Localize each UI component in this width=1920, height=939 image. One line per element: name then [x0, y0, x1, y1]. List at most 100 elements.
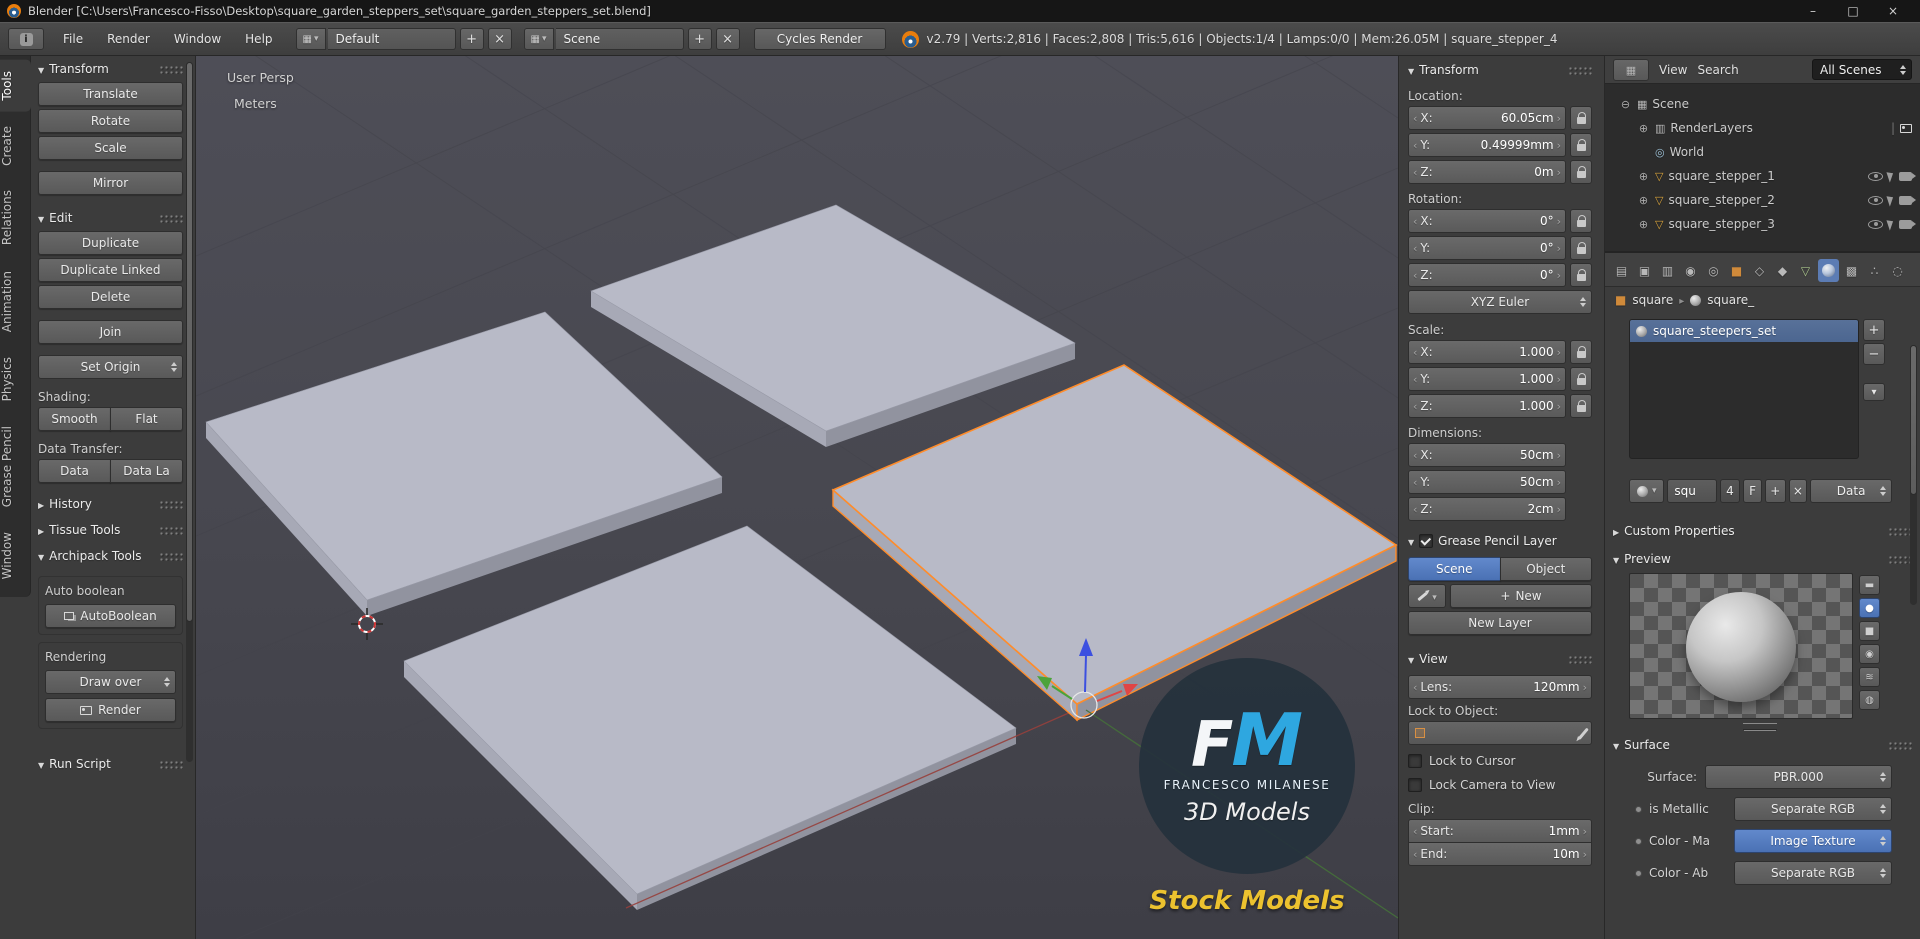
screen-layout-browse-icon[interactable]: [295, 28, 326, 50]
renderable-icon[interactable]: [1900, 123, 1912, 133]
preview-monkey-button[interactable]: [1859, 644, 1880, 664]
rotation-x-field[interactable]: X:0°: [1408, 209, 1566, 233]
outliner-row-stepper-3[interactable]: square_stepper_3: [1605, 212, 1920, 236]
outliner-row-world[interactable]: World: [1605, 140, 1920, 164]
panel-grip-icon[interactable]: [1888, 740, 1912, 750]
gp-new-layer-button[interactable]: New Layer: [1408, 611, 1592, 635]
preview-world-button[interactable]: [1859, 690, 1880, 710]
archipack-panel-header[interactable]: Archipack Tools: [38, 543, 183, 569]
scene-delete-button[interactable]: ×: [715, 28, 740, 50]
panel-grip-icon[interactable]: [1888, 554, 1912, 564]
location-x-field[interactable]: X:60.05cm: [1408, 106, 1566, 130]
tab-relations[interactable]: Relations: [0, 179, 31, 256]
clip-end-field[interactable]: End:10m: [1408, 842, 1592, 866]
draw-over-dropdown[interactable]: Draw over: [45, 670, 176, 694]
toolshelf-scrollbar[interactable]: [186, 62, 193, 762]
scene-browse-icon[interactable]: [523, 28, 554, 50]
screen-layout-add-button[interactable]: +: [459, 28, 484, 50]
panel-grip-icon[interactable]: [1888, 526, 1912, 536]
rotation-y-lock-button[interactable]: [1570, 236, 1592, 260]
lock-to-object-field[interactable]: [1408, 721, 1592, 745]
fake-user-button[interactable]: F: [1743, 479, 1762, 503]
gp-source-object-tab[interactable]: Object: [1499, 557, 1592, 581]
rotation-x-lock-button[interactable]: [1570, 209, 1592, 233]
panel-grip-icon[interactable]: [1568, 65, 1592, 75]
material-link-dropdown[interactable]: Data: [1810, 479, 1893, 503]
duplicate-button[interactable]: Duplicate: [38, 231, 183, 255]
surface-panel-header[interactable]: Surface: [1605, 731, 1920, 759]
render-engine-dropdown[interactable]: Cycles Render: [753, 28, 886, 50]
outliner-row-renderlayers[interactable]: RenderLayers |: [1605, 116, 1920, 140]
menu-help[interactable]: Help: [234, 28, 283, 50]
join-button[interactable]: Join: [38, 320, 183, 344]
close-button[interactable]: ×: [1873, 0, 1913, 22]
preview-flat-button[interactable]: [1859, 575, 1880, 595]
expand-toggle-icon[interactable]: [1637, 121, 1650, 135]
breadcrumb-material[interactable]: square_: [1707, 293, 1754, 307]
panel-grip-icon[interactable]: [159, 213, 183, 223]
outliner-editor-type-selector[interactable]: [1613, 58, 1649, 81]
tab-render[interactable]: [1634, 259, 1655, 282]
history-panel-header[interactable]: History: [38, 491, 183, 517]
properties-scrollbar[interactable]: [1910, 345, 1917, 605]
properties-editor-type-selector[interactable]: [1611, 259, 1632, 282]
material-slot-list[interactable]: square_steepers_set: [1629, 319, 1859, 459]
duplicate-linked-button[interactable]: Duplicate Linked: [38, 258, 183, 282]
color-ma-dropdown[interactable]: Image Texture: [1734, 829, 1892, 853]
preview-resize-grip[interactable]: [1743, 723, 1777, 730]
rotation-z-lock-button[interactable]: [1570, 263, 1592, 287]
scale-y-field[interactable]: Y:1.000: [1408, 367, 1566, 391]
minimize-button[interactable]: –: [1793, 0, 1833, 22]
new-material-button[interactable]: +: [1764, 479, 1786, 503]
location-y-lock-button[interactable]: [1570, 133, 1592, 157]
outliner-menu-search[interactable]: Search: [1697, 63, 1738, 77]
scale-x-lock-button[interactable]: [1570, 340, 1592, 364]
lock-camera-checkbox[interactable]: [1408, 778, 1422, 792]
tab-window[interactable]: Window: [0, 521, 31, 590]
location-z-field[interactable]: Z:0m: [1408, 160, 1566, 184]
lens-field[interactable]: Lens:120mm: [1408, 675, 1592, 699]
panel-grip-icon[interactable]: [159, 551, 183, 561]
scene-field[interactable]: Scene: [555, 28, 684, 50]
location-z-lock-button[interactable]: [1570, 160, 1592, 184]
material-specials-button[interactable]: ▾: [1863, 383, 1885, 401]
tab-modifiers[interactable]: [1772, 259, 1793, 282]
preview-cube-button[interactable]: [1859, 621, 1880, 641]
remove-material-slot-button[interactable]: −: [1863, 343, 1885, 365]
outliner-display-mode-dropdown[interactable]: All Scenes: [1812, 59, 1912, 80]
scene-add-button[interactable]: +: [687, 28, 712, 50]
data-transfer-data-button[interactable]: Data: [38, 459, 111, 483]
scale-y-lock-button[interactable]: [1570, 367, 1592, 391]
menu-render[interactable]: Render: [96, 28, 161, 50]
tab-particles[interactable]: [1864, 259, 1885, 282]
outliner-row-stepper-1[interactable]: square_stepper_1: [1605, 164, 1920, 188]
panel-grip-icon[interactable]: [1568, 654, 1592, 664]
unlink-material-button[interactable]: ×: [1788, 479, 1808, 503]
render-restrict-icon[interactable]: [1899, 195, 1916, 205]
tab-scene[interactable]: [1680, 259, 1701, 282]
gp-draw-mode-button[interactable]: [1408, 584, 1446, 608]
collapse-toggle-icon[interactable]: [1619, 97, 1632, 111]
stepper-slab-top[interactable]: [590, 204, 1076, 447]
outliner-row-stepper-2[interactable]: square_stepper_2: [1605, 188, 1920, 212]
tissue-tools-panel-header[interactable]: Tissue Tools: [38, 517, 183, 543]
add-material-slot-button[interactable]: +: [1863, 319, 1885, 341]
clip-start-field[interactable]: Start:1mm: [1408, 819, 1592, 843]
transform-npanel-header[interactable]: Transform: [1408, 56, 1592, 84]
tab-object[interactable]: [1726, 259, 1747, 282]
viewport-3d[interactable]: User Persp Meters FM FRANCESCO MILANESE …: [196, 56, 1398, 939]
autoboolean-button[interactable]: AutoBoolean: [45, 604, 176, 628]
panel-grip-icon[interactable]: [159, 759, 183, 769]
material-name-field[interactable]: squ: [1667, 479, 1717, 503]
menu-window[interactable]: Window: [163, 28, 232, 50]
rotation-mode-dropdown[interactable]: XYZ Euler: [1408, 290, 1592, 314]
edit-panel-header[interactable]: Edit: [38, 205, 183, 231]
scale-button[interactable]: Scale: [38, 136, 183, 160]
expand-toggle-icon[interactable]: [1637, 193, 1650, 207]
outliner-menu-view[interactable]: View: [1659, 63, 1687, 77]
render-restrict-icon[interactable]: [1899, 171, 1916, 181]
preview-panel-header[interactable]: Preview: [1605, 545, 1920, 573]
color-ab-dropdown[interactable]: Separate RGB: [1734, 861, 1892, 885]
material-slot-active[interactable]: square_steepers_set: [1630, 320, 1858, 342]
render-restrict-icon[interactable]: [1899, 219, 1916, 229]
